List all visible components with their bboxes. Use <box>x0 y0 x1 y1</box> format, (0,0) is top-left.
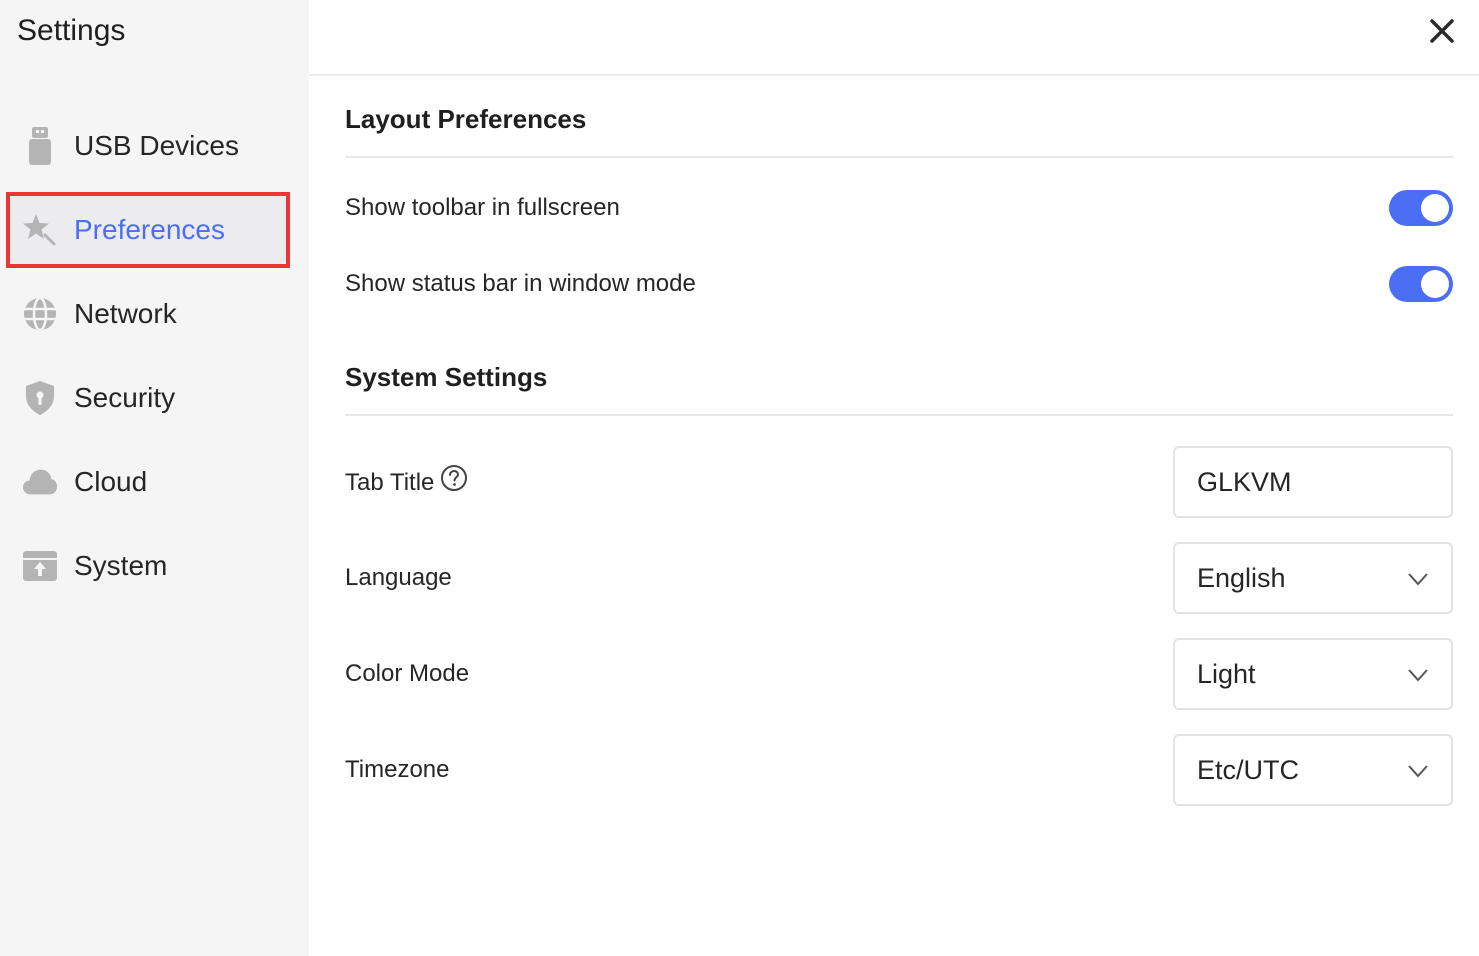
usb-drive-icon <box>22 127 58 165</box>
tab-title-label: Tab Title <box>345 465 468 499</box>
upload-box-icon <box>22 548 58 584</box>
color-mode-select[interactable]: Light <box>1173 638 1453 710</box>
header-bar <box>309 0 1479 76</box>
close-icon <box>1430 19 1454 43</box>
tab-title-input[interactable] <box>1197 466 1427 498</box>
sidebar: Settings USB Devices Preferences Network… <box>0 0 309 956</box>
tab-title-input-wrapper <box>1173 446 1453 518</box>
chevron-down-icon <box>1408 765 1428 778</box>
language-label: Language <box>345 564 452 591</box>
chevron-down-icon <box>1408 573 1428 586</box>
language-value: English <box>1197 562 1286 593</box>
sidebar-item-preferences[interactable]: Preferences <box>10 196 286 264</box>
settings-window: Settings USB Devices Preferences Network… <box>0 0 1479 956</box>
tab-title-text: Tab Title <box>345 468 435 496</box>
sidebar-item-security[interactable]: Security <box>10 364 286 432</box>
timezone-value: Etc/UTC <box>1197 754 1300 785</box>
toggle-knob <box>1421 270 1449 298</box>
statusbar-window-label: Show status bar in window mode <box>345 270 696 297</box>
help-icon[interactable] <box>440 464 468 499</box>
sidebar-item-label: Network <box>74 298 177 329</box>
globe-icon <box>22 296 58 332</box>
statusbar-window-toggle[interactable] <box>1389 266 1453 302</box>
sidebar-item-label: Security <box>74 382 176 413</box>
chevron-down-icon <box>1408 669 1428 682</box>
sidebar-item-usb-devices[interactable]: USB Devices <box>10 112 286 180</box>
color-mode-value: Light <box>1197 658 1256 689</box>
color-mode-label: Color Mode <box>345 660 470 687</box>
section-title-layout: Layout Preferences <box>345 104 587 134</box>
timezone-label: Timezone <box>345 756 450 783</box>
toolbar-fullscreen-label: Show toolbar in fullscreen <box>345 194 620 221</box>
shield-icon <box>22 380 58 416</box>
timezone-select[interactable]: Etc/UTC <box>1173 734 1453 806</box>
sidebar-item-label: Cloud <box>74 466 148 497</box>
sidebar-item-label: System <box>74 550 168 581</box>
sidebar-title: Settings <box>17 14 126 47</box>
sidebar-item-network[interactable]: Network <box>10 280 286 348</box>
toolbar-fullscreen-toggle[interactable] <box>1389 190 1453 226</box>
cloud-icon <box>22 464 58 500</box>
star-wand-icon <box>22 212 58 248</box>
sidebar-item-system[interactable]: System <box>10 532 286 600</box>
sidebar-item-label: Preferences <box>74 214 225 245</box>
divider <box>345 156 1453 158</box>
sidebar-item-cloud[interactable]: Cloud <box>10 448 286 516</box>
toggle-knob <box>1421 194 1449 222</box>
sidebar-item-label: USB Devices <box>74 130 239 161</box>
language-select[interactable]: English <box>1173 542 1453 614</box>
divider <box>345 414 1453 416</box>
section-title-system: System Settings <box>345 362 548 392</box>
close-button[interactable] <box>1427 16 1457 46</box>
